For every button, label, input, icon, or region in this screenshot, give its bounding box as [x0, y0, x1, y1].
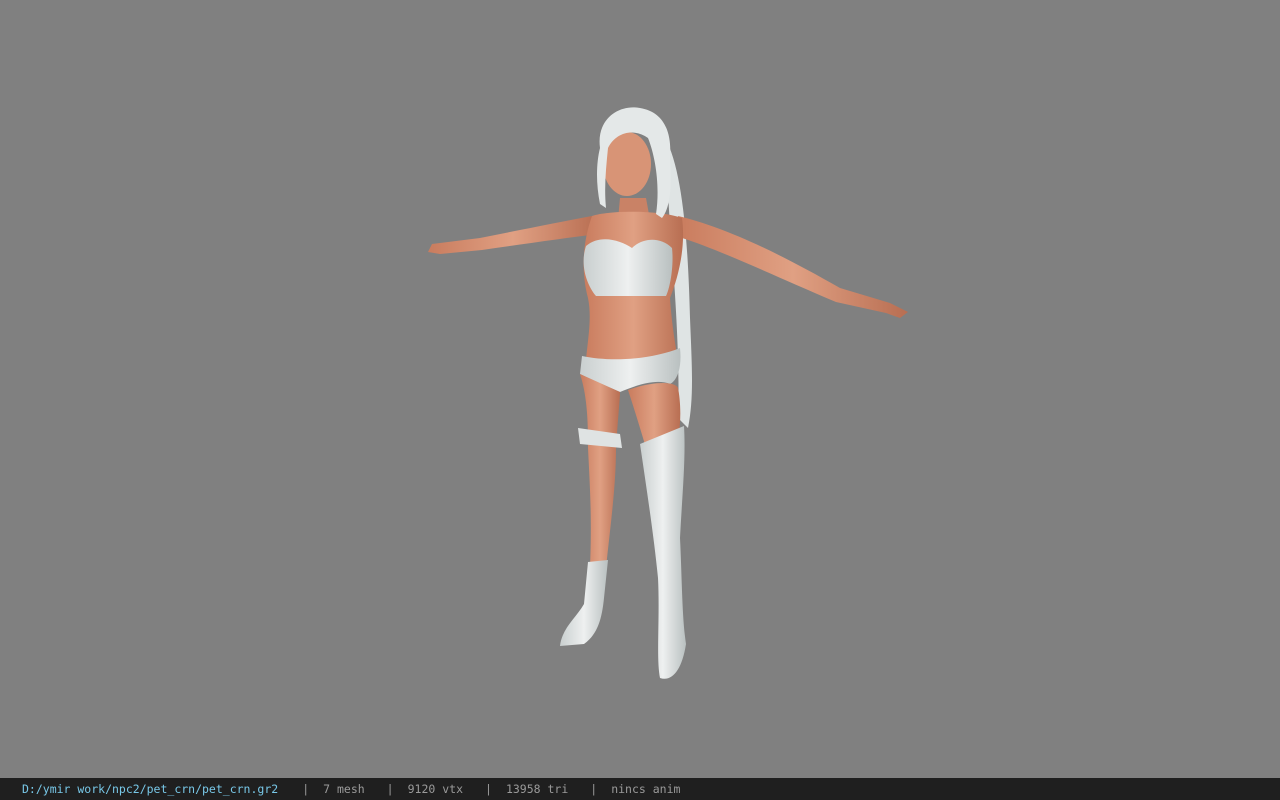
file-path: D:/ymir work/npc2/pet_crn/pet_crn.gr2 — [22, 782, 279, 796]
vertex-count: 9120 vtx — [407, 782, 463, 796]
status-separator: | — [590, 782, 598, 796]
status-bar: D:/ymir work/npc2/pet_crn/pet_crn.gr2 | 7 … — [0, 778, 1280, 800]
triangle-count: 13958 tri — [505, 782, 569, 796]
left-leg — [580, 374, 620, 568]
left-boot — [560, 560, 608, 646]
right-arm — [678, 216, 908, 318]
left-arm — [428, 216, 598, 254]
status-separator: | — [386, 782, 394, 796]
right-boot — [640, 426, 686, 679]
status-separator: | — [485, 782, 492, 796]
character-model — [428, 107, 908, 679]
outfit-top — [583, 239, 673, 296]
3d-viewport[interactable] — [0, 0, 1280, 778]
animation-status: nincs anim — [611, 782, 681, 796]
mesh-count: 7 mesh — [323, 782, 365, 796]
status-separator: | — [302, 782, 310, 796]
